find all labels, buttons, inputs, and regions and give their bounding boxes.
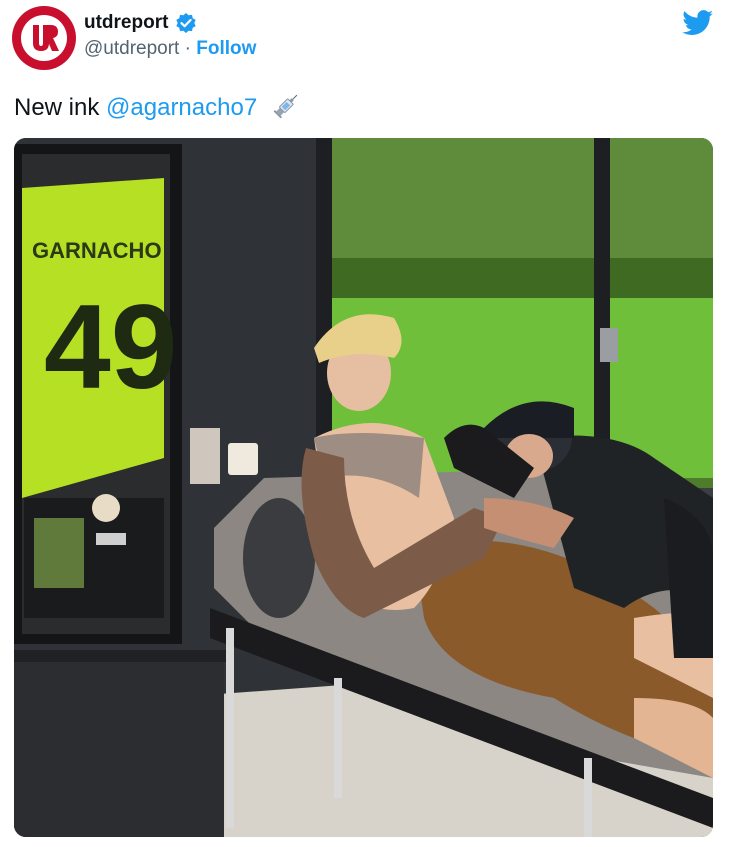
separator: · [179,38,197,59]
tweet-text: New ink @agarnacho7 [14,90,302,122]
tweet-header: utdreport @utdreport · Follow [0,0,730,80]
handle-line: @utdreport · Follow [84,38,256,60]
tattoo-session-photo: GARNACHO 49 [14,138,713,837]
follow-button[interactable]: Follow [196,38,256,59]
tweet-photo[interactable]: GARNACHO 49 [14,138,713,837]
utdreport-logo-icon [21,15,67,61]
twitter-bird-icon[interactable] [682,10,714,36]
syringe-icon [273,94,298,119]
jersey-name: GARNACHO [32,238,162,263]
verified-badge-icon [176,13,196,33]
handle[interactable]: @utdreport [84,38,179,59]
avatar[interactable] [12,6,76,70]
user-block: utdreport @utdreport · Follow [84,12,256,60]
mention-link[interactable]: @agarnacho7 [106,94,257,121]
display-name[interactable]: utdreport [84,12,168,34]
jersey-number: 49 [44,280,177,414]
tweet-body: New ink [14,94,100,121]
